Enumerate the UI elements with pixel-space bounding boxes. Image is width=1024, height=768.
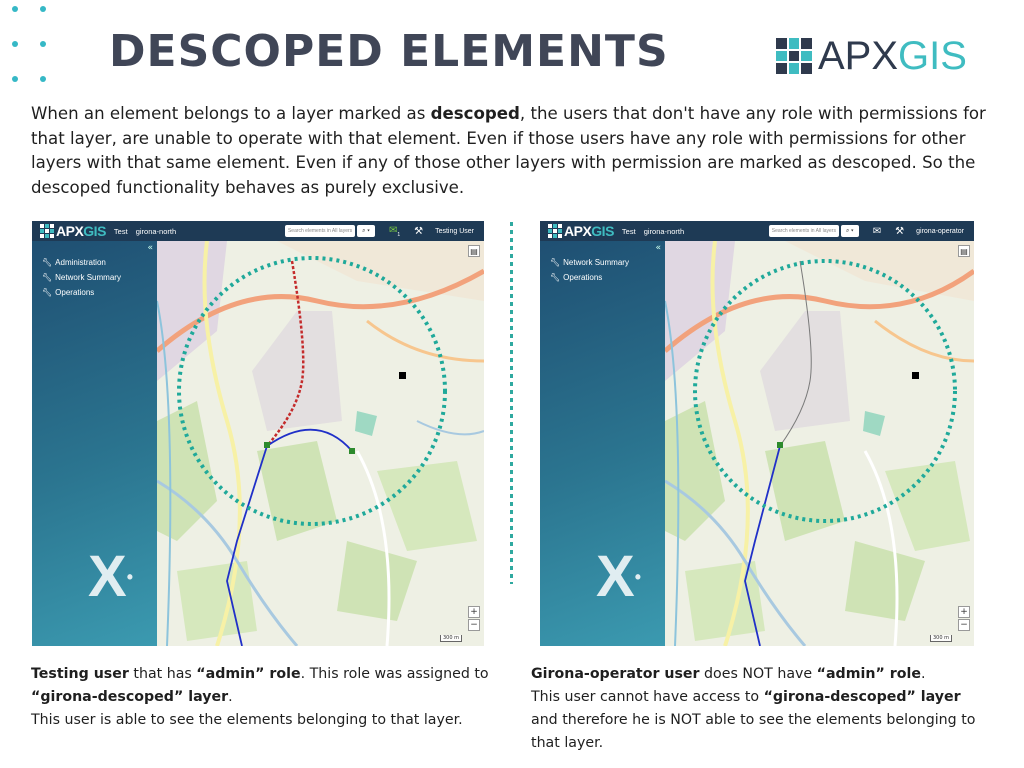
search-icon[interactable]: ⌕ ▾ — [356, 225, 375, 237]
intro-paragraph: When an element belongs to a layer marke… — [31, 102, 996, 200]
dot — [12, 6, 18, 12]
apxgis-logo: APXGIS — [776, 36, 967, 76]
intro-bold: descoped — [430, 104, 520, 123]
layers-icon[interactable]: ▤ — [468, 245, 480, 257]
caption-bold: “admin” role — [196, 666, 301, 682]
sidebar-item-administration[interactable]: 🔧︎ Administration — [42, 255, 121, 270]
logo-text: APXGIS — [818, 36, 967, 76]
sidebar-item-network-summary[interactable]: 🔧︎ Network Summary — [42, 270, 121, 285]
wrench-icon[interactable]: ⚒ — [895, 226, 904, 237]
layers-icon[interactable]: ▤ — [958, 245, 970, 257]
logo-grid-icon — [776, 38, 812, 74]
search-input[interactable]: Search elements in All layers — [768, 225, 839, 237]
caption-text: This user is able to see the elements be… — [31, 712, 463, 728]
caption-bold: Girona-operator user — [531, 666, 700, 682]
zoom-in-button[interactable]: + — [958, 606, 970, 618]
x-logo-watermark: X• — [596, 544, 641, 609]
caption-text: . This role was assigned to — [300, 666, 489, 682]
wrench-icon: 🔧︎ — [42, 258, 53, 267]
app-topbar: APX GIS Test girona-north Search elements… — [32, 221, 484, 241]
caption-text: that has — [128, 666, 197, 682]
search-icon[interactable]: ⌕ ▾ — [840, 225, 859, 237]
workspace-selector[interactable]: girona-north — [136, 227, 176, 236]
caption-text: This user cannot have access to — [531, 689, 764, 705]
wrench-icon: 🔧︎ — [550, 273, 561, 282]
wrench-icon: 🔧︎ — [42, 273, 53, 282]
app-logo[interactable]: APX GIS — [40, 223, 106, 239]
environment-label: Test — [621, 226, 636, 236]
x-logo-letter: X — [88, 544, 127, 609]
sidebar-item-label: Operations — [563, 273, 603, 282]
zoom-in-button[interactable]: + — [468, 606, 480, 618]
caption-bold: “girona-descoped” layer — [31, 689, 229, 705]
intro-text: When an element belongs to a layer marke… — [31, 104, 431, 123]
mail-icon[interactable]: ✉1 — [389, 225, 400, 238]
dot — [40, 6, 46, 12]
caption-text: . — [228, 689, 233, 705]
dot — [12, 41, 18, 47]
map-view[interactable]: ▤ + − 300 m — [665, 241, 974, 646]
sidebar-menu: 🔧︎ Network Summary 🔧︎ Operations — [550, 255, 629, 285]
app-logo-grid-icon — [40, 224, 54, 238]
zoom-out-button[interactable]: − — [958, 619, 970, 631]
user-menu[interactable]: Testing User — [435, 228, 474, 235]
dot — [12, 76, 18, 82]
map-scale: 300 m — [439, 635, 462, 642]
sidebar-item-label: Network Summary — [55, 273, 121, 282]
sidebar: « 🔧︎ Network Summary 🔧︎ Operations X• — [540, 241, 665, 646]
zoom-out-button[interactable]: − — [468, 619, 480, 631]
wrench-icon: 🔧︎ — [42, 288, 53, 297]
left-caption: Testing user that has “admin” role. This… — [31, 663, 501, 732]
caption-bold: “admin” role — [816, 666, 921, 682]
map-canvas[interactable] — [157, 241, 484, 646]
dot — [40, 76, 46, 82]
workspace-selector[interactable]: girona-north — [644, 227, 684, 236]
sidebar-menu: 🔧︎ Administration 🔧︎ Network Summary 🔧︎ Ope… — [42, 255, 121, 300]
divider — [510, 222, 513, 584]
caption-bold: Testing user — [31, 666, 129, 682]
x-logo-watermark: X• — [88, 544, 133, 609]
app-logo-apx: APX — [564, 223, 592, 239]
caption-text: . — [920, 666, 926, 682]
collapse-sidebar-icon[interactable]: « — [147, 243, 153, 253]
mail-badge: 1 — [397, 231, 401, 238]
wrench-icon: 🔧︎ — [550, 258, 561, 267]
x-logo-letter: X — [596, 544, 635, 609]
collapse-sidebar-icon[interactable]: « — [655, 243, 661, 253]
dot — [40, 41, 46, 47]
app-logo-apx: APX — [56, 223, 84, 239]
sidebar-item-network-summary[interactable]: 🔧︎ Network Summary — [550, 255, 629, 270]
sidebar-item-label: Administration — [55, 258, 106, 267]
testing-user-screenshot: APX GIS Test girona-north Search elements… — [32, 221, 484, 646]
operator-user-screenshot: APX GIS Test girona-north Search elements… — [540, 221, 974, 646]
map-scale: 300 m — [929, 635, 952, 642]
app-logo-grid-icon — [548, 224, 562, 238]
right-caption: Girona-operator user does NOT have “admi… — [531, 663, 991, 755]
user-menu[interactable]: girona-operator — [916, 228, 964, 235]
caption-text: and therefore he is NOT able to see the … — [531, 712, 976, 751]
caption-bold: “girona-descoped” layer — [763, 689, 961, 705]
sidebar: « 🔧︎ Administration 🔧︎ Network Summary 🔧︎ O… — [32, 241, 157, 646]
slide-title: DESCOPED ELEMENTS — [109, 26, 669, 77]
caption-text: does NOT have — [699, 666, 817, 682]
sidebar-item-label: Operations — [55, 288, 95, 297]
logo-text-apx: APX — [818, 34, 899, 78]
logo-text-gis: GIS — [898, 34, 967, 78]
app-logo[interactable]: APX GIS — [548, 223, 614, 239]
map-canvas[interactable] — [665, 241, 974, 646]
sidebar-item-operations[interactable]: 🔧︎ Operations — [550, 270, 629, 285]
sidebar-item-operations[interactable]: 🔧︎ Operations — [42, 285, 121, 300]
app-topbar: APX GIS Test girona-north Search elements… — [540, 221, 974, 241]
sidebar-item-label: Network Summary — [563, 258, 629, 267]
app-logo-gis: GIS — [83, 223, 106, 239]
search-input[interactable]: Search elements in All layers — [284, 225, 355, 237]
decorative-dots — [10, 6, 54, 86]
mail-icon[interactable]: ✉ — [873, 226, 881, 237]
environment-label: Test — [113, 226, 128, 236]
wrench-icon[interactable]: ⚒ — [414, 226, 423, 237]
app-logo-gis: GIS — [591, 223, 614, 239]
map-view[interactable]: ▤ + − 300 m — [157, 241, 484, 646]
